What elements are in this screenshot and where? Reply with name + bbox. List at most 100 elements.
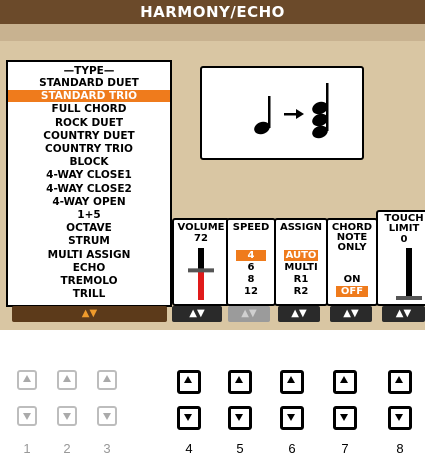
type-item[interactable]: STANDARD DUET — [8, 77, 170, 89]
triangle-down-icon — [340, 414, 348, 421]
hw-up-button-6[interactable] — [280, 370, 304, 394]
arrow-shaft — [284, 113, 296, 116]
volume-slider[interactable] — [174, 244, 228, 304]
assign-option[interactable]: R1 — [284, 274, 318, 285]
touch-track — [406, 248, 412, 298]
speed-option[interactable]: 4 — [236, 250, 266, 261]
speed-option[interactable]: 6 — [236, 262, 266, 273]
hw-button-number: 7 — [341, 441, 349, 456]
hw-down-button-6[interactable] — [280, 406, 304, 430]
type-item[interactable]: COUNTRY TRIO — [8, 143, 170, 155]
hw-up-button-3[interactable] — [97, 370, 117, 390]
hw-up-button-7[interactable] — [333, 370, 357, 394]
hw-up-button-5[interactable] — [228, 370, 252, 394]
volume-value: 72 — [194, 233, 208, 244]
assign-option[interactable]: MULTI — [284, 262, 318, 273]
triangle-down-icon — [184, 414, 192, 421]
triangle-up-icon — [63, 375, 71, 382]
touch-arrow-button[interactable]: ▲▼ — [382, 306, 425, 322]
triangle-up-icon — [103, 375, 111, 382]
type-item[interactable]: BLOCK — [8, 156, 170, 168]
triangle-down-icon — [287, 414, 295, 421]
hw-button-number: 3 — [103, 441, 111, 456]
hw-down-button-2[interactable] — [57, 406, 77, 426]
hw-button-number: 6 — [288, 441, 296, 456]
hw-button-number: 1 — [23, 441, 31, 456]
assign-panel: ASSIGN AUTO MULTI R1 R2 — [274, 218, 328, 306]
type-item[interactable]: TRILL — [8, 288, 170, 300]
volume-panel: VOLUME 72 — [172, 218, 230, 306]
type-item[interactable]: 1+5 — [8, 209, 170, 221]
type-item[interactable]: COUNTRY DUET — [8, 130, 170, 142]
hw-button-number: 2 — [63, 441, 71, 456]
triangle-up-icon — [340, 376, 348, 383]
type-item[interactable]: STANDARD TRIO — [8, 90, 170, 103]
triangle-up-icon — [287, 376, 295, 383]
triangle-up-icon — [184, 376, 192, 383]
type-arrow-button[interactable]: ▲▼ — [12, 306, 167, 322]
volume-arrow-button[interactable]: ▲▼ — [172, 306, 222, 322]
type-item[interactable]: OCTAVE — [8, 222, 170, 234]
lcd-screen: HARMONY/ECHO —TYPE— STANDARD DUET STANDAR… — [0, 0, 425, 330]
triangle-down-icon — [103, 413, 111, 420]
type-panel: —TYPE— STANDARD DUET STANDARD TRIO FULL CH… — [6, 60, 172, 307]
chord-note-only-option[interactable]: ON — [336, 274, 368, 285]
type-item[interactable]: MULTI ASSIGN — [8, 249, 170, 261]
hw-button-number: 5 — [236, 441, 244, 456]
type-item[interactable]: ECHO — [8, 262, 170, 274]
page-title: HARMONY/ECHO — [140, 3, 285, 21]
speed-panel: SPEED 4 6 8 12 — [226, 218, 276, 306]
title-sub-bar — [0, 24, 425, 41]
touch-knob[interactable] — [396, 296, 422, 300]
assign-header: ASSIGN — [280, 222, 322, 233]
touch-header-2: LIMIT — [388, 223, 420, 234]
triangle-up-icon — [23, 375, 31, 382]
hw-button-number: 8 — [396, 441, 404, 456]
chord-arrow-button[interactable]: ▲▼ — [330, 306, 372, 322]
hw-down-button-3[interactable] — [97, 406, 117, 426]
hw-up-button-4[interactable] — [177, 370, 201, 394]
speed-option[interactable]: 12 — [236, 286, 266, 297]
type-header-label: TYPE — [74, 65, 104, 77]
hw-up-button-8[interactable] — [388, 370, 412, 394]
hw-down-button-8[interactable] — [388, 406, 412, 430]
chord-note-only-option[interactable]: OFF — [336, 286, 368, 297]
speed-arrow-button[interactable]: ▲▼ — [228, 306, 270, 322]
volume-fill — [198, 270, 204, 300]
single-note-stem — [268, 96, 271, 128]
type-item[interactable]: STRUM — [8, 235, 170, 247]
arrow-right-icon — [296, 109, 304, 119]
volume-knob[interactable] — [188, 268, 214, 273]
hw-down-button-4[interactable] — [177, 406, 201, 430]
hw-up-button-1[interactable] — [17, 370, 37, 390]
type-item[interactable]: ROCK DUET — [8, 117, 170, 129]
type-item[interactable]: 4-WAY CLOSE1 — [8, 169, 170, 181]
hw-down-button-1[interactable] — [17, 406, 37, 426]
volume-header: VOLUME — [177, 222, 225, 233]
speed-header: SPEED — [232, 222, 270, 233]
triangle-down-icon — [235, 414, 243, 421]
hw-down-button-7[interactable] — [333, 406, 357, 430]
speed-option[interactable]: 8 — [236, 274, 266, 285]
triangle-down-icon — [63, 413, 71, 420]
hw-down-button-5[interactable] — [228, 406, 252, 430]
triangle-down-icon — [23, 413, 31, 420]
type-item[interactable]: FULL CHORD — [8, 103, 170, 115]
type-item[interactable]: 4-WAY CLOSE2 — [8, 183, 170, 195]
chord-stem — [326, 83, 329, 131]
chord-header-3: ONLY — [337, 242, 367, 253]
assign-option[interactable]: AUTO — [284, 250, 318, 261]
triangle-up-icon — [235, 376, 243, 383]
hw-up-button-2[interactable] — [57, 370, 77, 390]
type-header: —TYPE— — [63, 65, 115, 77]
assign-option[interactable]: R2 — [284, 286, 318, 297]
chord-note-only-panel: CHORD NOTE ONLY ON OFF — [326, 218, 378, 306]
notation-svg — [254, 83, 329, 139]
assign-arrow-button[interactable]: ▲▼ — [278, 306, 320, 322]
touch-limit-slider[interactable] — [378, 244, 425, 304]
title-bar: HARMONY/ECHO — [0, 0, 425, 24]
notation-display — [200, 66, 364, 160]
type-item[interactable]: TREMOLO — [8, 275, 170, 287]
hw-button-number: 4 — [185, 441, 193, 456]
type-item[interactable]: 4-WAY OPEN — [8, 196, 170, 208]
